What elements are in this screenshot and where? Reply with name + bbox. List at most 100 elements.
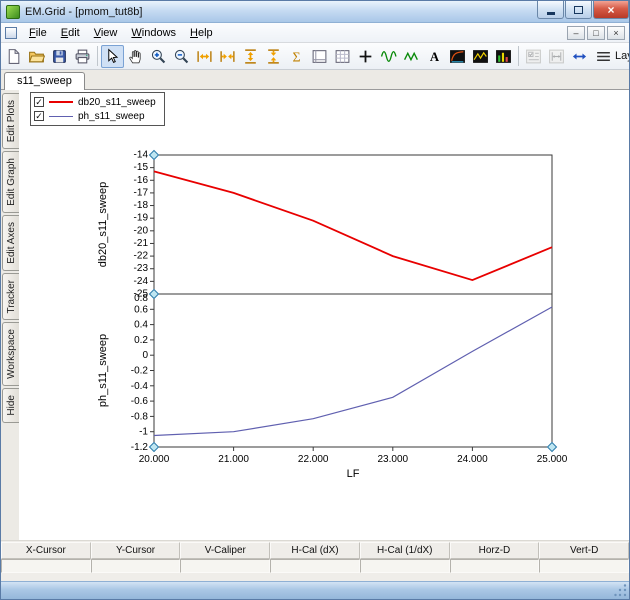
link-axes-icon[interactable] — [568, 45, 591, 68]
tab-s11-sweep[interactable]: s11_sweep — [4, 72, 85, 90]
select-pointer-icon[interactable] — [101, 45, 124, 68]
close-button[interactable]: × — [593, 1, 629, 19]
toolbar-items: Σ A Layou — [1, 43, 629, 70]
document-tabs: s11_sweep — [1, 70, 629, 90]
side-tab-label: Edit Graph — [6, 158, 17, 206]
cursor-value-cell — [270, 559, 360, 573]
menu-file[interactable]: File — [22, 25, 54, 41]
surface-plot-icon[interactable] — [469, 45, 492, 68]
cursor-col-v-caliper: V-Caliper — [180, 542, 270, 559]
y-axis-title: db20_s11_sweep — [97, 182, 109, 267]
statusbar — [1, 581, 629, 599]
y-axis-title: ph_s11_sweep — [97, 334, 109, 407]
shrink-width-icon[interactable] — [216, 45, 239, 68]
menu-view[interactable]: View — [87, 25, 125, 41]
cursor-value-cell — [450, 559, 540, 573]
legend-checkbox[interactable]: ✓ — [34, 111, 44, 121]
menubar: FileEditViewWindowsHelp – □ × — [1, 23, 629, 43]
side-tab-tracker[interactable]: Tracker — [2, 273, 19, 321]
side-tab-edit-plots[interactable]: Edit Plots — [2, 93, 19, 149]
y-tick-label: 0.4 — [134, 320, 148, 331]
cursor-col-y-cursor: Y-Cursor — [91, 542, 181, 559]
legend-checkbox[interactable]: ✓ — [34, 97, 44, 107]
side-tab-workspace[interactable]: Workspace — [2, 322, 19, 386]
text-label-icon[interactable]: A — [423, 45, 446, 68]
add-trace-icon[interactable] — [354, 45, 377, 68]
x-tick-label: 22.000 — [298, 454, 329, 465]
graph-grid-icon[interactable] — [331, 45, 354, 68]
svg-text:A: A — [430, 49, 440, 63]
side-tab-label: Workspace — [6, 329, 17, 379]
cursor-value-cell — [1, 559, 91, 573]
cursor-col-h-cal-dx: H-Cal (dX) — [270, 542, 360, 559]
chart-area: ✓db20_s11_sweep✓ph_s11_sweep -14-15-16-1… — [19, 90, 629, 540]
side-tab-label: Hide — [6, 395, 17, 416]
caliper-options-icon[interactable] — [545, 45, 568, 68]
y-tick-label: -18 — [134, 200, 149, 211]
mdi-minimize-button[interactable]: – — [567, 26, 585, 40]
spectrum-icon[interactable] — [492, 45, 515, 68]
graph-frame-icon[interactable] — [308, 45, 331, 68]
shrink-height-icon[interactable] — [262, 45, 285, 68]
menu-edit[interactable]: Edit — [54, 25, 87, 41]
menu-help[interactable]: Help — [183, 25, 220, 41]
resize-grip[interactable] — [614, 584, 628, 598]
axis-handle[interactable] — [548, 443, 557, 452]
x-tick-label: 23.000 — [378, 454, 409, 465]
x-tick-label: 20.000 — [139, 454, 170, 465]
app-window: EM.Grid - [pmom_tut8b] × FileEditViewWin… — [0, 0, 630, 600]
cursor-col-h-cal-1-dx: H-Cal (1/dX) — [360, 542, 450, 559]
sine-trace-icon[interactable] — [377, 45, 400, 68]
maximize-button[interactable] — [565, 1, 592, 19]
axis-handle[interactable] — [150, 151, 159, 160]
menu-windows[interactable]: Windows — [124, 25, 183, 41]
side-tab-edit-axes[interactable]: Edit Axes — [2, 215, 19, 271]
minimize-icon — [547, 12, 555, 15]
fit-width-icon[interactable] — [193, 45, 216, 68]
print-icon[interactable] — [71, 45, 94, 68]
x-axis-title: LF — [347, 468, 360, 480]
side-tab-edit-graph[interactable]: Edit Graph — [2, 151, 19, 213]
maximize-icon — [574, 6, 583, 14]
autoscale-icon[interactable]: Σ — [285, 45, 308, 68]
axis-handle[interactable] — [150, 290, 159, 299]
fit-height-icon[interactable] — [239, 45, 262, 68]
plot-canvas: -14-15-16-17-18-19-20-21-22-23-24-25db20… — [88, 145, 568, 490]
layout-button[interactable]: Layou — [591, 45, 629, 68]
plot-frame — [154, 294, 552, 447]
x-tick-label: 25.000 — [537, 454, 568, 465]
x-tick-label: 24.000 — [457, 454, 488, 465]
titlebar: EM.Grid - [pmom_tut8b] × — [1, 1, 629, 23]
legend-item-ph-s11-sweep: ✓ph_s11_sweep — [34, 110, 156, 122]
new-document-icon[interactable] — [2, 45, 25, 68]
zoom-in-icon[interactable] — [147, 45, 170, 68]
y-tick-label: 0.6 — [134, 304, 148, 315]
layout-button-label: Layou — [615, 50, 629, 62]
triangle-trace-icon[interactable] — [400, 45, 423, 68]
axis-handle[interactable] — [150, 443, 159, 452]
y-tick-label: -22 — [134, 251, 149, 262]
side-tab-hide[interactable]: Hide — [2, 388, 19, 423]
legend-item-db20-s11-sweep: ✓db20_s11_sweep — [34, 96, 156, 108]
y-tick-label: -24 — [134, 276, 149, 287]
y-tick-label: -0.2 — [131, 366, 149, 377]
pan-hand-icon[interactable] — [124, 45, 147, 68]
cursor-table-values — [1, 559, 629, 573]
open-folder-icon[interactable] — [25, 45, 48, 68]
y-tick-label: -0.4 — [131, 381, 149, 392]
y-tick-label: 0.2 — [134, 335, 148, 346]
marker-options-icon[interactable] — [522, 45, 545, 68]
y-tick-label: -14 — [134, 150, 149, 161]
mdi-restore-button[interactable]: □ — [587, 26, 605, 40]
mdi-close-button[interactable]: × — [607, 26, 625, 40]
minimize-button[interactable] — [537, 1, 564, 19]
zoom-out-icon[interactable] — [170, 45, 193, 68]
legend-line-sample — [49, 101, 73, 103]
colormap-icon[interactable] — [446, 45, 469, 68]
close-icon: × — [607, 4, 614, 16]
series-ph_s11_sweep — [154, 307, 552, 436]
app-icon — [6, 5, 20, 19]
save-icon[interactable] — [48, 45, 71, 68]
window-title: EM.Grid - [pmom_tut8b] — [25, 6, 142, 18]
bottom-spacer — [1, 574, 629, 581]
